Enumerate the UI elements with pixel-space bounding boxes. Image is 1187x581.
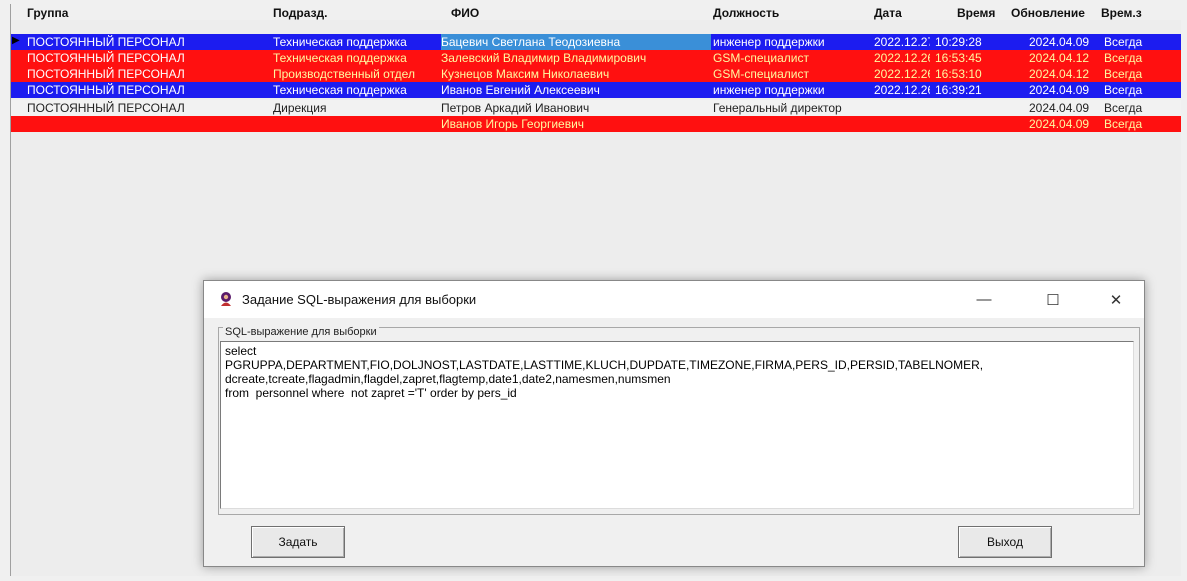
grid-header: Группа Подразд. ФИО Должность Дата Время… bbox=[11, 4, 1181, 20]
cell-fio[interactable]: Бацевич Светлана Теодозиевна bbox=[441, 35, 711, 49]
header-dept[interactable]: Подразд. bbox=[273, 6, 439, 20]
sql-dialog: Задание SQL-выражения для выборки — ☐ ✕ … bbox=[203, 280, 1145, 567]
cell-time[interactable]: 16:53:10 bbox=[935, 67, 993, 81]
submit-button[interactable]: Задать bbox=[251, 526, 345, 558]
cell-update[interactable]: 2024.04.09 bbox=[1029, 101, 1089, 115]
row-indicator-icon: ▶ bbox=[12, 35, 20, 46]
cell-tz[interactable]: Всегда bbox=[1104, 117, 1164, 131]
exit-button[interactable]: Выход bbox=[958, 526, 1052, 558]
cell-time[interactable]: 16:39:21 bbox=[935, 83, 993, 97]
cell-group[interactable]: ПОСТОЯННЫЙ ПЕРСОНАЛ bbox=[27, 51, 271, 65]
cell-date[interactable]: 2022.12.27 bbox=[874, 35, 930, 49]
cell-dept[interactable]: Производственный отдел bbox=[273, 67, 439, 81]
cell-position[interactable]: GSM-специалист bbox=[713, 67, 873, 81]
table-row[interactable]: Иванов Игорь Георгиевич 2024.04.09 Всегд… bbox=[11, 116, 1181, 132]
cell-tz[interactable]: Всегда bbox=[1104, 35, 1164, 49]
cell-fio[interactable]: Залевский Владимир Владимирович bbox=[441, 51, 711, 65]
cell-dept[interactable]: Дирекция bbox=[273, 101, 439, 115]
cell-date[interactable]: 2022.12.26 bbox=[874, 51, 930, 65]
cell-group[interactable]: ПОСТОЯННЫЙ ПЕРСОНАЛ bbox=[27, 67, 271, 81]
cell-time[interactable]: 10:29:28 bbox=[935, 35, 993, 49]
cell-group[interactable]: ПОСТОЯННЫЙ ПЕРСОНАЛ bbox=[27, 101, 271, 115]
header-tz[interactable]: Врем.з bbox=[1101, 6, 1181, 20]
cell-group[interactable]: ПОСТОЯННЫЙ ПЕРСОНАЛ bbox=[27, 83, 271, 97]
cell-position[interactable]: инженер поддержки bbox=[713, 35, 873, 49]
table-row[interactable]: ПОСТОЯННЫЙ ПЕРСОНАЛ Техническая поддержк… bbox=[11, 82, 1181, 98]
cell-tz[interactable]: Всегда bbox=[1104, 67, 1164, 81]
cell-dept[interactable]: Техническая поддержка bbox=[273, 83, 439, 97]
header-update[interactable]: Обновление bbox=[1011, 6, 1101, 20]
header-time[interactable]: Время bbox=[957, 6, 1015, 20]
cell-update[interactable]: 2024.04.09 bbox=[1029, 117, 1089, 131]
header-date[interactable]: Дата bbox=[874, 6, 930, 20]
maximize-icon[interactable]: ☐ bbox=[1030, 281, 1076, 318]
cell-fio[interactable]: Петров Аркадий Иванович bbox=[441, 101, 711, 115]
cell-update[interactable]: 2024.04.12 bbox=[1029, 67, 1089, 81]
cell-update[interactable]: 2024.04.09 bbox=[1029, 35, 1089, 49]
cell-date[interactable]: 2022.12.26 bbox=[874, 67, 930, 81]
cell-tz[interactable]: Всегда bbox=[1104, 83, 1164, 97]
sql-groupbox: SQL-выражение для выборки select PGRUPPA… bbox=[218, 326, 1140, 515]
cell-position[interactable]: инженер поддержки bbox=[713, 83, 873, 97]
cell-fio[interactable]: Иванов Евгений Алексеевич bbox=[441, 83, 711, 97]
close-icon[interactable]: ✕ bbox=[1093, 281, 1139, 318]
table-row[interactable]: ПОСТОЯННЫЙ ПЕРСОНАЛ Производственный отд… bbox=[11, 66, 1181, 82]
cell-date[interactable]: 2022.12.26 bbox=[874, 83, 930, 97]
table-row[interactable]: ПОСТОЯННЫЙ ПЕРСОНАЛ Дирекция Петров Арка… bbox=[11, 100, 1181, 116]
sql-input[interactable]: select PGRUPPA,DEPARTMENT,FIO,DOLJNOST,L… bbox=[220, 341, 1134, 509]
header-position[interactable]: Должность bbox=[713, 6, 873, 20]
cell-position[interactable]: GSM-специалист bbox=[713, 51, 873, 65]
dialog-title: Задание SQL-выражения для выборки bbox=[242, 292, 477, 307]
header-fio[interactable]: ФИО bbox=[451, 6, 721, 20]
cell-update[interactable]: 2024.04.09 bbox=[1029, 83, 1089, 97]
cell-fio[interactable]: Кузнецов Максим Николаевич bbox=[441, 67, 711, 81]
cell-position[interactable]: Генеральный директор bbox=[713, 101, 873, 115]
dialog-titlebar[interactable]: Задание SQL-выражения для выборки — ☐ ✕ bbox=[204, 281, 1144, 318]
cell-update[interactable]: 2024.04.12 bbox=[1029, 51, 1089, 65]
cell-group[interactable]: ПОСТОЯННЫЙ ПЕРСОНАЛ bbox=[27, 35, 271, 49]
cell-fio[interactable]: Иванов Игорь Георгиевич bbox=[441, 117, 711, 131]
cell-tz[interactable]: Всегда bbox=[1104, 101, 1164, 115]
table-row[interactable]: ПОСТОЯННЫЙ ПЕРСОНАЛ Техническая поддержк… bbox=[11, 50, 1181, 66]
cell-tz[interactable]: Всегда bbox=[1104, 51, 1164, 65]
cell-dept[interactable]: Техническая поддержка bbox=[273, 51, 439, 65]
cell-time[interactable]: 16:53:45 bbox=[935, 51, 993, 65]
header-group[interactable]: Группа bbox=[27, 6, 271, 20]
table-row[interactable]: ▶ ПОСТОЯННЫЙ ПЕРСОНАЛ Техническая поддер… bbox=[11, 34, 1181, 50]
minimize-icon[interactable]: — bbox=[961, 281, 1007, 318]
sql-group-label: SQL-выражение для выборки bbox=[223, 326, 379, 338]
cell-dept[interactable]: Техническая поддержка bbox=[273, 35, 439, 49]
app-icon bbox=[221, 292, 231, 306]
